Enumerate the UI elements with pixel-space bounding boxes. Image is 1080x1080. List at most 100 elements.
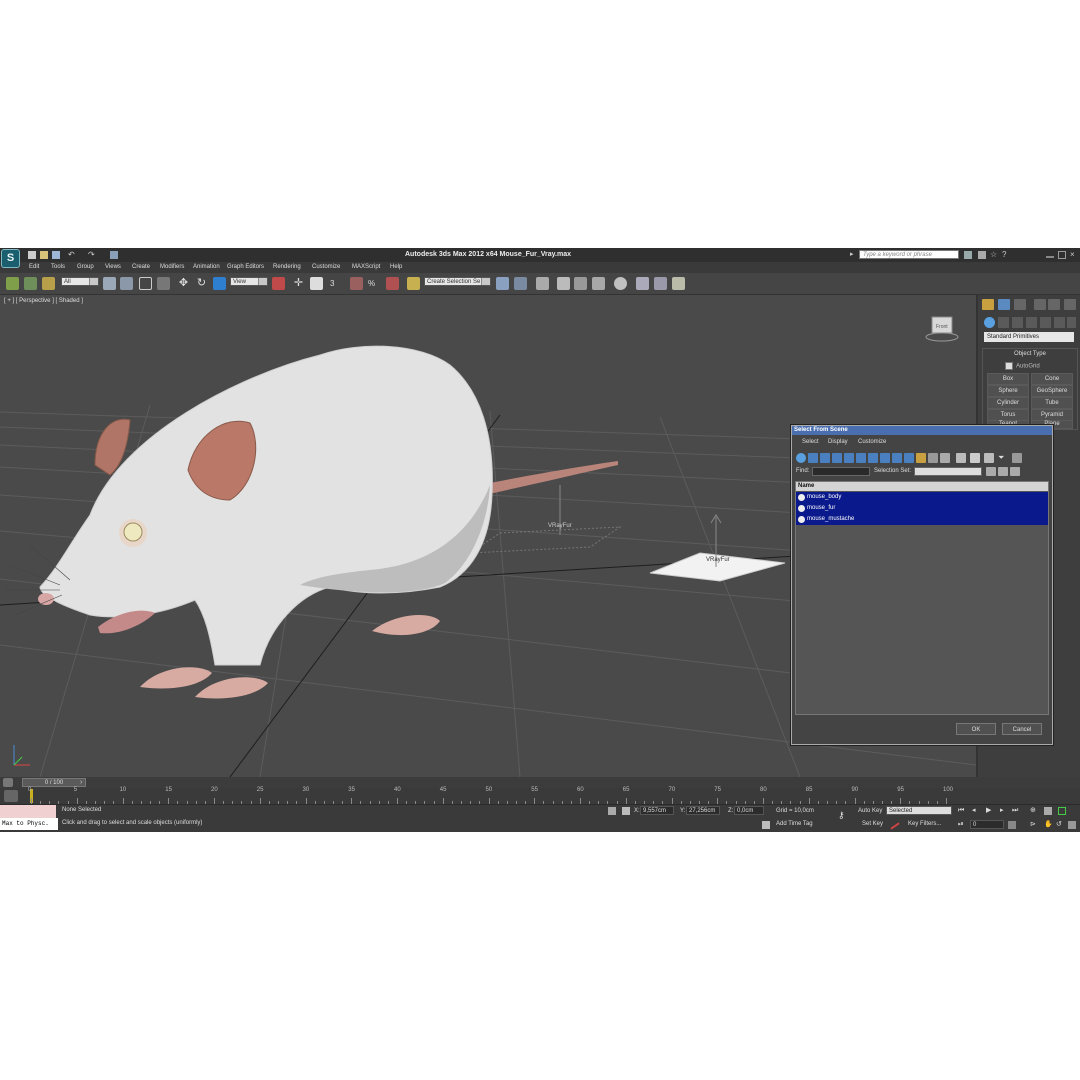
minimize-icon[interactable] — [1046, 256, 1054, 258]
display-lights-icon[interactable] — [820, 453, 830, 463]
set-edit-icon[interactable] — [986, 467, 996, 476]
utilities-tab-icon[interactable] — [1064, 299, 1076, 310]
key-filters-button[interactable]: Key Filters... — [908, 821, 941, 827]
mirror-icon[interactable] — [496, 277, 509, 290]
play-icon[interactable]: ▶ — [986, 807, 994, 815]
menu-help[interactable]: Help — [390, 264, 402, 270]
maximize-viewport-icon[interactable] — [1068, 821, 1076, 829]
menu-modifiers[interactable]: Modifiers — [160, 264, 184, 270]
reference-coordinate-dropdown[interactable]: View — [230, 277, 268, 286]
new-file-icon[interactable] — [28, 251, 36, 259]
x-coordinate-field[interactable]: 9,557cm — [640, 806, 674, 815]
spinner-snap-icon[interactable] — [386, 277, 399, 290]
display-groups-icon[interactable] — [868, 453, 878, 463]
unlink-icon[interactable] — [24, 277, 37, 290]
set-key-pen-icon[interactable] — [890, 822, 900, 830]
time-configuration-icon[interactable] — [1008, 821, 1016, 829]
save-icon[interactable] — [52, 251, 60, 259]
next-frame-icon[interactable]: ▸ — [1000, 807, 1008, 815]
curve-editor-icon[interactable] — [574, 277, 587, 290]
dialog-menu-customize[interactable]: Customize — [858, 439, 886, 445]
angle-snap-icon[interactable] — [350, 277, 363, 290]
named-selection-dropdown[interactable]: Create Selection Se — [424, 277, 491, 286]
redo-icon[interactable]: ↷ — [88, 251, 96, 259]
cancel-button[interactable]: Cancel — [1002, 723, 1042, 735]
cylinder-button[interactable]: Cylinder — [987, 397, 1029, 409]
track-bar[interactable]: 0 5 10 15 20 25 30 35 40 45 50 55 60 65 70 75 80 85 90 95 10… — [0, 787, 1080, 805]
open-mini-curve-editor-icon[interactable] — [3, 778, 13, 787]
filter-icon[interactable]: ⏷ — [998, 453, 1008, 463]
display-helpers-icon[interactable] — [844, 453, 854, 463]
window-crossing-icon[interactable] — [157, 277, 170, 290]
align-icon[interactable] — [514, 277, 527, 290]
current-frame-field[interactable]: 0 — [970, 820, 1004, 829]
zoom-all-icon[interactable] — [1044, 807, 1052, 815]
menu-graph-editors[interactable]: Graph Editors — [227, 264, 264, 270]
scale-icon[interactable] — [213, 277, 226, 290]
primitive-type-dropdown[interactable]: Standard Primitives — [984, 332, 1074, 342]
display-shapes-icon[interactable] — [808, 453, 818, 463]
orbit-icon[interactable]: ↺ — [1056, 821, 1064, 829]
keyboard-shortcut-override-icon[interactable] — [310, 277, 323, 290]
binoculars-icon[interactable] — [964, 251, 972, 259]
field-of-view-icon[interactable]: ⊳ — [1030, 821, 1038, 829]
display-invert-icon[interactable] — [940, 453, 950, 463]
select-none-icon[interactable] — [970, 453, 980, 463]
hierarchy-tab-icon[interactable] — [1014, 299, 1026, 310]
selection-filter-dropdown[interactable]: All — [61, 277, 99, 286]
ok-button[interactable]: OK — [956, 723, 996, 735]
lights-icon[interactable] — [1012, 317, 1023, 328]
display-xrefs-icon[interactable] — [880, 453, 890, 463]
select-all-icon[interactable] — [956, 453, 966, 463]
column-header-name[interactable]: Name — [796, 482, 1048, 491]
motion-tab-icon[interactable] — [1034, 299, 1046, 310]
pivot-center-icon[interactable] — [272, 277, 285, 290]
edit-named-selection-icon[interactable] — [407, 277, 420, 290]
menu-tools[interactable]: Tools — [51, 264, 65, 270]
dialog-menu-display[interactable]: Display — [828, 439, 848, 445]
modify-tab-icon[interactable] — [998, 299, 1010, 310]
communication-icon[interactable] — [978, 251, 986, 259]
cameras-icon[interactable] — [1026, 317, 1037, 328]
geosphere-button[interactable]: GeoSphere — [1031, 385, 1073, 397]
star-icon[interactable]: ☆ — [990, 251, 998, 259]
tube-button[interactable]: Tube — [1031, 397, 1073, 409]
layer-manager-icon[interactable] — [536, 277, 549, 290]
box-button[interactable]: Box — [987, 373, 1029, 385]
set-remove-icon[interactable] — [1010, 467, 1020, 476]
menu-create[interactable]: Create — [132, 264, 150, 270]
render-production-icon[interactable] — [672, 277, 685, 290]
key-icon[interactable]: ⚷ — [838, 811, 850, 820]
rollout-title[interactable]: Object Type — [983, 351, 1077, 357]
restore-icon[interactable] — [1058, 251, 1066, 259]
select-by-name-icon[interactable] — [120, 277, 133, 290]
menu-animation[interactable]: Animation — [193, 264, 220, 270]
selection-set-dropdown[interactable] — [914, 467, 982, 476]
menu-rendering[interactable]: Rendering — [273, 264, 301, 270]
zoom-icon[interactable]: ⊕ — [1030, 807, 1038, 815]
menu-views[interactable]: Views — [105, 264, 121, 270]
list-item[interactable]: mouse_mustache — [796, 514, 1048, 525]
app-logo[interactable]: S — [1, 249, 20, 268]
rendered-frame-window-icon[interactable] — [654, 277, 667, 290]
display-none-icon[interactable] — [928, 453, 938, 463]
link-icon[interactable] — [6, 277, 19, 290]
help-icon[interactable]: ? — [1002, 251, 1010, 259]
project-folder-icon[interactable] — [110, 251, 118, 259]
display-geometry-icon[interactable] — [796, 453, 806, 463]
viewport-label[interactable]: [ + ] [ Perspective ] [ Shaded ] — [4, 298, 83, 304]
list-item[interactable]: mouse_body — [796, 492, 1048, 503]
object-list[interactable]: Name mouse_body mouse_fur mouse_mustache — [795, 481, 1049, 715]
time-slider[interactable]: 0 / 100 — [22, 778, 86, 787]
rotate-icon[interactable]: ↻ — [195, 277, 208, 290]
select-invert-icon[interactable] — [984, 453, 994, 463]
set-add-icon[interactable] — [998, 467, 1008, 476]
go-to-end-icon[interactable]: ⏭ — [1012, 807, 1020, 815]
set-key-button[interactable]: Set Key — [862, 821, 883, 827]
display-cameras-icon[interactable] — [832, 453, 842, 463]
transform-mode-icon[interactable] — [622, 807, 630, 815]
percent-snap-icon[interactable]: % — [368, 277, 381, 290]
cone-button[interactable]: Cone — [1031, 373, 1073, 385]
menu-customize[interactable]: Customize — [312, 264, 340, 270]
display-spacewarps-icon[interactable] — [856, 453, 866, 463]
